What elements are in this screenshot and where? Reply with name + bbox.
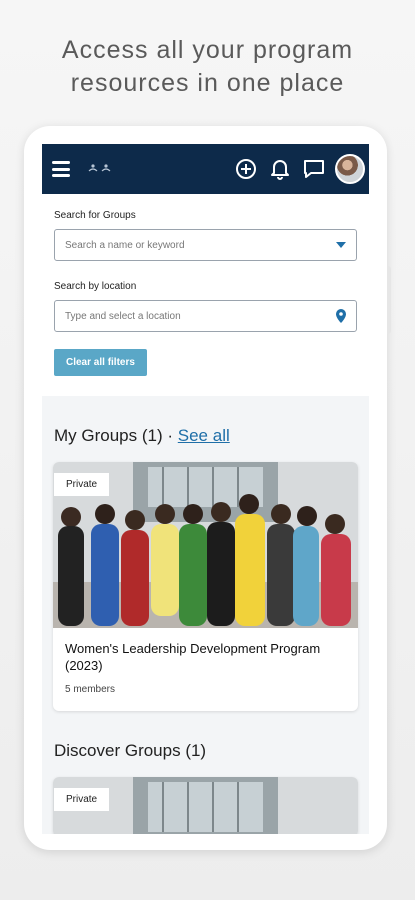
chevron-down-icon bbox=[336, 241, 346, 248]
location-search-input[interactable]: Type and select a location bbox=[54, 300, 357, 332]
privacy-badge: Private bbox=[54, 788, 110, 811]
headline-line-1: Access all your program bbox=[61, 36, 354, 64]
my-groups-title: My Groups (1) · bbox=[54, 426, 174, 445]
headline-line-2: resources in one place bbox=[70, 69, 345, 97]
group-search-label: Search for Groups bbox=[54, 210, 136, 221]
location-search-placeholder: Type and select a location bbox=[65, 310, 181, 322]
chat-icon[interactable] bbox=[297, 144, 331, 194]
location-pin-icon bbox=[336, 309, 346, 323]
group-title[interactable]: Women's Leadership Development Program (… bbox=[65, 640, 346, 674]
clear-filters-button[interactable]: Clear all filters bbox=[54, 349, 147, 376]
my-groups-heading: My Groups (1) · See all bbox=[42, 426, 369, 446]
member-count: 5 members bbox=[65, 684, 116, 695]
group-card[interactable]: Private Women's Leadership Development P… bbox=[53, 462, 358, 711]
privacy-badge: Private bbox=[54, 473, 110, 496]
phone-frame: Search for Groups Search a name or keywo… bbox=[24, 126, 391, 850]
bell-icon[interactable] bbox=[263, 144, 297, 194]
location-search-label: Search by location bbox=[54, 281, 137, 292]
top-navigation-bar bbox=[42, 144, 369, 194]
filters-panel: Search for Groups Search a name or keywo… bbox=[42, 194, 369, 396]
phone-side-button bbox=[387, 266, 391, 334]
see-all-link[interactable]: See all bbox=[178, 426, 230, 445]
discover-groups-heading: Discover Groups (1) bbox=[54, 741, 207, 760]
group-card-body: Women's Leadership Development Program (… bbox=[53, 628, 358, 711]
marketing-headline: Access all your program resources in one… bbox=[0, 34, 415, 100]
app-logo[interactable] bbox=[88, 163, 114, 175]
discover-group-photo: Private bbox=[53, 777, 358, 834]
avatar[interactable] bbox=[335, 154, 365, 184]
group-search-input[interactable]: Search a name or keyword bbox=[54, 229, 357, 261]
add-circle-icon[interactable] bbox=[229, 144, 263, 194]
app-screen: Search for Groups Search a name or keywo… bbox=[42, 144, 369, 834]
menu-icon[interactable] bbox=[52, 161, 70, 177]
group-search-placeholder: Search a name or keyword bbox=[65, 239, 185, 251]
discover-group-card[interactable]: Private bbox=[53, 777, 358, 834]
group-photo: Private bbox=[53, 462, 358, 628]
